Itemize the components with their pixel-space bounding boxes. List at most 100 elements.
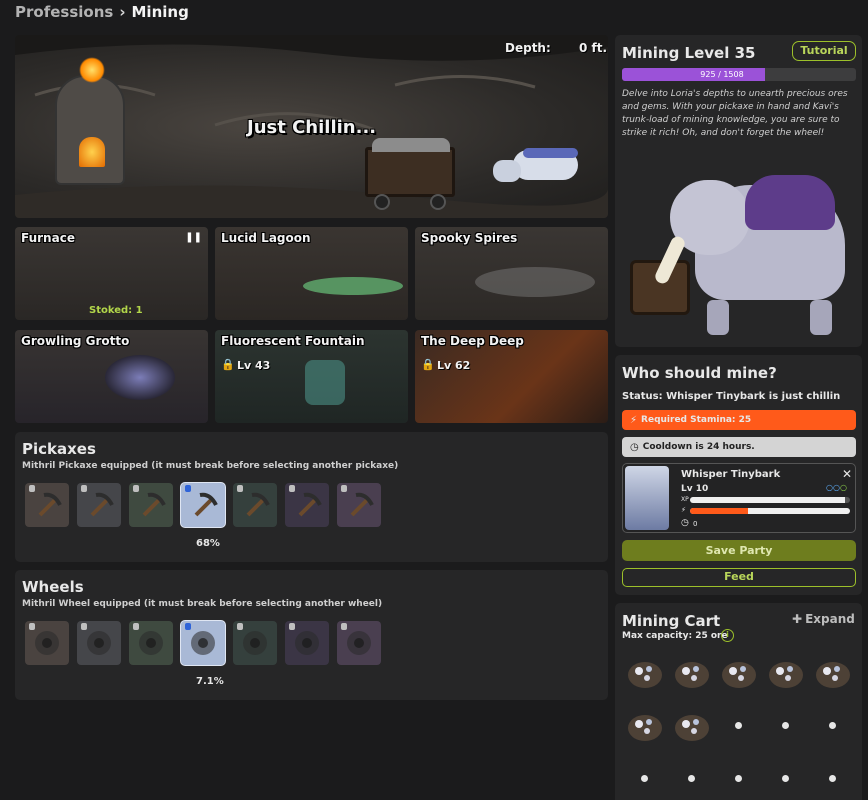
location-the-deep-deep[interactable]: The Deep Deep 🔒 Lv 62: [415, 330, 608, 423]
location-name: The Deep Deep: [421, 334, 524, 348]
lock-icon: 🔒: [421, 358, 435, 371]
wheel-durability: 7.1%: [196, 676, 224, 687]
depth-label: Depth:: [505, 41, 551, 55]
stamina-text: Required Stamina: 25: [641, 415, 752, 425]
pause-icon[interactable]: ❚❚: [185, 232, 202, 243]
wheel-icon: [189, 629, 217, 657]
emerald-wheel-slot[interactable]: [233, 621, 277, 665]
pet-count: 0: [693, 520, 698, 528]
pet-level: Lv 10: [681, 484, 709, 494]
plus-icon: ✚: [792, 612, 803, 626]
location-fluorescent-fountain[interactable]: Fluorescent Fountain 🔒 Lv 43: [215, 330, 408, 423]
location-lucid-lagoon[interactable]: Lucid Lagoon: [215, 227, 408, 320]
pickaxe-icon: [294, 491, 322, 519]
pet-card[interactable]: Whisper Tinybark ✕ Lv 10 ○○○ XP ⚡ ◷ 0: [622, 463, 856, 533]
ore-item[interactable]: [672, 655, 712, 691]
who-should-mine-title: Who should mine?: [622, 364, 777, 382]
location-name: Furnace: [21, 231, 75, 245]
obsidian-wheel-slot[interactable]: [285, 621, 329, 665]
xp-bar: 925 / 1508: [622, 68, 856, 81]
ore-item[interactable]: [672, 708, 712, 744]
pickaxes-subtitle: Mithril Pickaxe equipped (it must break …: [22, 461, 399, 471]
mining-level-title: Mining Level 35: [622, 44, 756, 62]
wheels-panel: Wheels Mithril Wheel equipped (it must b…: [15, 570, 608, 700]
wheel-icon: [293, 629, 321, 657]
location-spooky-spires[interactable]: Spooky Spires: [415, 227, 608, 320]
pet-xp-bar-fill: [690, 497, 846, 503]
tutorial-button[interactable]: Tutorial: [792, 41, 856, 61]
empty-cart-slot: [829, 722, 836, 729]
mining-description: Delve into Loria's depths to unearth pre…: [622, 89, 848, 138]
ore-item[interactable]: [813, 655, 853, 691]
pickaxes-title: Pickaxes: [22, 440, 96, 458]
furnace-sprite: [55, 57, 125, 185]
info-icon[interactable]: i: [721, 629, 734, 642]
empty-cart-slot: [735, 722, 742, 729]
level-requirement: Lv 43: [237, 359, 271, 372]
expand-label: Expand: [805, 612, 855, 626]
location-name: Fluorescent Fountain: [221, 334, 365, 348]
obsidian-pickaxe-slot[interactable]: [285, 483, 329, 527]
save-party-button[interactable]: Save Party: [622, 540, 856, 561]
iron-pickaxe-slot[interactable]: [77, 483, 121, 527]
mining-level-panel: Mining Level 35 Tutorial 925 / 1508 Delv…: [615, 35, 862, 347]
pickaxe-icon: [242, 491, 270, 519]
location-name: Spooky Spires: [421, 231, 518, 245]
expand-button[interactable]: ✚ Expand: [792, 612, 855, 626]
location-name: Growling Grotto: [21, 334, 130, 348]
wheel-icon: [137, 629, 165, 657]
pet-stamina-bar: [690, 508, 850, 514]
pet-stat-icons: ○○○: [826, 483, 847, 492]
pickaxe-icon: [190, 491, 218, 519]
copper-wheel-slot[interactable]: [25, 621, 69, 665]
level-requirement: Lv 62: [437, 359, 471, 372]
wheel-icon: [85, 629, 113, 657]
breadcrumb-current: Mining: [131, 3, 189, 21]
mithril-wheel-slot[interactable]: [181, 621, 225, 665]
mining-status: Status: Whisper Tinybark is just chillin: [622, 391, 841, 402]
breadcrumb-root[interactable]: Professions: [15, 3, 113, 21]
gold-pickaxe-slot[interactable]: [337, 483, 381, 527]
wheel-icon: [241, 629, 269, 657]
mining-scene: Just Chillin... Depth: 0 ft.: [15, 35, 608, 218]
stamina-requirement-banner: ⚡ Required Stamina: 25: [622, 410, 856, 430]
ore-item[interactable]: [719, 655, 759, 691]
feed-button[interactable]: Feed: [622, 568, 856, 587]
cooldown-text: Cooldown is 24 hours.: [642, 442, 755, 452]
remove-pet-icon[interactable]: ✕: [842, 467, 852, 481]
steel-pickaxe-slot[interactable]: [129, 483, 173, 527]
xp-text: 925 / 1508: [700, 70, 744, 79]
stoked-count: Stoked: 1: [89, 305, 143, 316]
cooldown-banner: ◷ Cooldown is 24 hours.: [622, 437, 856, 457]
wheel-icon: [345, 629, 373, 657]
steel-wheel-slot[interactable]: [129, 621, 173, 665]
pickaxe-icon: [34, 491, 62, 519]
copper-pickaxe-slot[interactable]: [25, 483, 69, 527]
depth-value: 0 ft.: [579, 41, 608, 55]
empty-cart-slot: [688, 775, 695, 782]
pet-avatar: [625, 466, 669, 530]
mammoth-sprite: [625, 165, 860, 340]
gold-wheel-slot[interactable]: [337, 621, 381, 665]
pickaxe-durability: 68%: [196, 538, 220, 549]
breadcrumb-separator: ›: [119, 3, 126, 21]
cart-capacity: Max capacity: 25 ore: [622, 631, 728, 641]
pet-stamina-icon: ⚡: [681, 506, 686, 514]
who-should-mine-panel: Who should mine? Status: Whisper Tinybar…: [615, 355, 862, 595]
iron-wheel-slot[interactable]: [77, 621, 121, 665]
ore-item[interactable]: [625, 655, 665, 691]
pet-stamina-bar-fill: [690, 508, 748, 514]
pickaxe-icon: [86, 491, 114, 519]
empty-cart-slot: [782, 775, 789, 782]
pet-xp-label: XP: [681, 496, 689, 503]
location-furnace[interactable]: Furnace ❚❚ Stoked: 1: [15, 227, 208, 320]
emerald-pickaxe-slot[interactable]: [233, 483, 277, 527]
pet-name: Whisper Tinybark: [681, 469, 781, 480]
wheel-icon: [33, 629, 61, 657]
ore-item[interactable]: [766, 655, 806, 691]
ore-item[interactable]: [625, 708, 665, 744]
mithril-pickaxe-slot[interactable]: [181, 483, 225, 527]
lock-icon: 🔒: [221, 358, 235, 371]
location-growling-grotto[interactable]: Growling Grotto: [15, 330, 208, 423]
mining-cart-panel: Mining Cart ✚ Expand Max capacity: 25 or…: [615, 603, 862, 800]
